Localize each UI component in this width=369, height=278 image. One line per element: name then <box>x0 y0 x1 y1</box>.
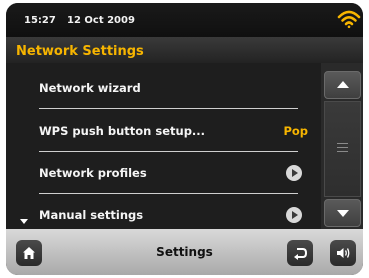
scroll-track[interactable] <box>324 101 361 197</box>
menu-item-wps-push-button[interactable]: WPS push button setup... Pop <box>6 111 319 153</box>
radio-screen: 15:27 12 Oct 2009 Network Settings Netwo… <box>6 3 363 275</box>
clock-date: 12 Oct 2009 <box>67 15 135 26</box>
scroll-down-button[interactable] <box>324 199 361 227</box>
back-icon <box>294 248 308 260</box>
page-title: Network Settings <box>16 44 144 59</box>
volume-button[interactable] <box>330 240 356 266</box>
more-below-icon <box>20 219 28 224</box>
status-bar: 15:27 12 Oct 2009 <box>6 3 363 37</box>
menu-item-label: WPS push button setup... <box>39 124 206 138</box>
chevron-right-icon <box>286 165 302 181</box>
chevron-right-icon <box>286 207 302 223</box>
menu-item-network-wizard[interactable]: Network wizard <box>6 68 319 110</box>
menu-item-label: Manual settings <box>39 208 144 222</box>
menu-item-label: Network profiles <box>39 166 147 180</box>
settings-menu: Network wizard WPS push button setup... … <box>6 63 319 229</box>
divider <box>39 108 298 109</box>
clock-time: 15:27 <box>24 15 56 26</box>
divider <box>39 151 298 152</box>
divider <box>39 193 298 194</box>
volume-icon <box>337 248 350 258</box>
scroll-thumb-grip-icon[interactable] <box>337 143 348 153</box>
bottom-bar: Settings <box>6 229 363 275</box>
scroll-up-button[interactable] <box>324 71 361 99</box>
menu-item-network-profiles[interactable]: Network profiles <box>6 153 319 195</box>
menu-item-value: Pop <box>283 124 308 138</box>
wifi-icon <box>337 10 361 29</box>
menu-item-label: Network wizard <box>39 81 141 95</box>
back-button[interactable] <box>287 240 313 266</box>
scrollbar[interactable] <box>321 63 363 229</box>
